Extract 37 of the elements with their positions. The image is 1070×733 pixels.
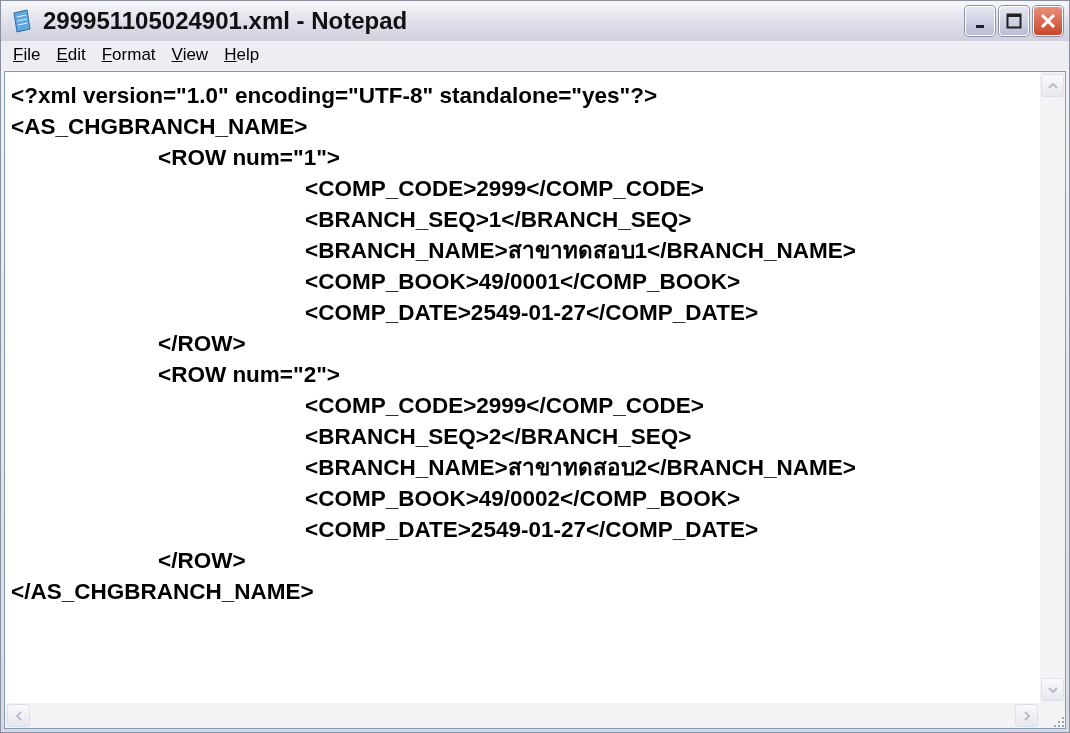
code-line: <BRANCH_NAME>สาขาทดสอบ1</BRANCH_NAME> [305, 238, 856, 263]
code-line: <?xml version="1.0" encoding="UTF-8" standalone="yes"?> [11, 83, 658, 108]
code-line: <COMP_BOOK>49/0002</COMP_BOOK> [305, 486, 741, 511]
code-line: <COMP_BOOK>49/0001</COMP_BOOK> [305, 269, 741, 294]
maximize-button[interactable] [999, 6, 1029, 36]
minimize-icon [976, 24, 984, 28]
menu-item[interactable]: Help [218, 43, 266, 67]
code-line: <BRANCH_SEQ>1</BRANCH_SEQ> [305, 207, 692, 232]
notepad-icon [11, 9, 33, 33]
resize-grip-icon[interactable] [1051, 714, 1065, 728]
minimize-button[interactable] [965, 6, 995, 36]
menu-item[interactable]: Format [95, 43, 162, 67]
code-line: <COMP_CODE>2999</COMP_CODE> [305, 176, 704, 201]
code-line: <COMP_DATE>2549-01-27</COMP_DATE> [305, 517, 759, 542]
code-line: </ROW> [158, 331, 246, 356]
scroll-left-button[interactable] [7, 704, 30, 727]
menu-item[interactable]: File [7, 43, 47, 67]
close-icon [1040, 13, 1056, 29]
menu-item[interactable]: View [165, 43, 215, 67]
code-line: <COMP_DATE>2549-01-27</COMP_DATE> [305, 300, 759, 325]
code-line: </AS_CHGBRANCH_NAME> [11, 579, 314, 604]
code-line: <ROW num="2"> [158, 362, 340, 387]
horizontal-scrollbar[interactable] [5, 703, 1040, 728]
scroll-down-button[interactable] [1041, 678, 1064, 701]
maximize-icon [1006, 13, 1022, 29]
code-line: <BRANCH_NAME>สาขาทดสอบ2</BRANCH_NAME> [305, 455, 856, 480]
vertical-scrollbar[interactable] [1040, 72, 1065, 703]
code-line: <AS_CHGBRANCH_NAME> [11, 114, 308, 139]
code-line: <COMP_CODE>2999</COMP_CODE> [305, 393, 704, 418]
close-button[interactable] [1033, 6, 1063, 36]
window-title: 299951105024901.xml - Notepad [43, 7, 409, 35]
menu-item[interactable]: Edit [50, 43, 92, 67]
code-line: <BRANCH_SEQ>2</BRANCH_SEQ> [305, 424, 692, 449]
code-line: <ROW num="1"> [158, 145, 340, 170]
code-line: </ROW> [158, 548, 246, 573]
scroll-up-button[interactable] [1041, 74, 1064, 97]
scroll-right-button[interactable] [1015, 704, 1038, 727]
